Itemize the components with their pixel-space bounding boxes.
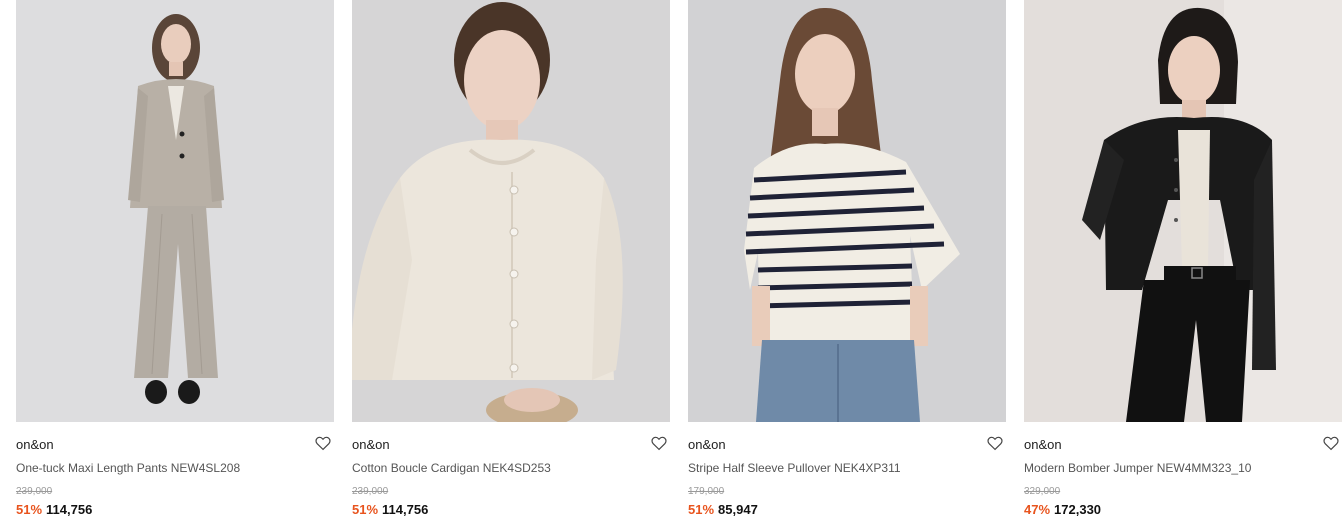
- sale-price: 85,947: [718, 502, 758, 517]
- sale-price: 114,756: [46, 502, 93, 517]
- product-name[interactable]: Modern Bomber Jumper NEW4MM323_10: [1024, 461, 1251, 475]
- sale-price-line: 51% 85,947: [688, 502, 758, 517]
- brand-name[interactable]: on&on: [1024, 437, 1062, 452]
- sale-price-line: 51% 114,756: [16, 502, 92, 517]
- product-photo-cardigan: [352, 0, 670, 422]
- brand-name[interactable]: on&on: [688, 437, 726, 452]
- original-price: 239,000: [16, 486, 53, 497]
- discount-rate: 47%: [1024, 502, 1051, 517]
- heart-icon[interactable]: [1322, 434, 1340, 452]
- sale-price: 172,330: [1054, 502, 1102, 517]
- product-card[interactable]: on&on One-tuck Maxi Length Pants NEW4SL2…: [16, 0, 334, 528]
- product-card[interactable]: on&on Cotton Boucle Cardigan NEK4SD253 2…: [352, 0, 670, 528]
- product-image[interactable]: [16, 0, 334, 422]
- heart-icon[interactable]: [650, 434, 668, 452]
- sale-price: 114,756: [382, 502, 429, 517]
- product-name[interactable]: One-tuck Maxi Length Pants NEW4SL208: [16, 461, 240, 475]
- product-image[interactable]: [352, 0, 670, 422]
- sale-price-line: 51% 114,756: [352, 502, 428, 517]
- product-image[interactable]: [688, 0, 1006, 422]
- product-card[interactable]: on&on Modern Bomber Jumper NEW4MM323_10 …: [1024, 0, 1342, 528]
- original-price: 239,000: [352, 486, 389, 497]
- discount-rate: 51%: [352, 502, 379, 517]
- brand-name[interactable]: on&on: [16, 437, 54, 452]
- original-price: 179,000: [688, 486, 725, 497]
- product-name[interactable]: Stripe Half Sleeve Pullover NEK4XP311: [688, 461, 901, 475]
- product-grid: on&on One-tuck Maxi Length Pants NEW4SL2…: [0, 0, 1344, 528]
- original-price: 329,000: [1024, 486, 1061, 497]
- product-photo-pants: [16, 0, 334, 422]
- discount-rate: 51%: [688, 502, 715, 517]
- heart-icon[interactable]: [986, 434, 1004, 452]
- product-image[interactable]: [1024, 0, 1342, 422]
- product-photo-bomber-jumper: [1024, 0, 1342, 422]
- product-card[interactable]: on&on Stripe Half Sleeve Pullover NEK4XP…: [688, 0, 1006, 528]
- discount-rate: 51%: [16, 502, 43, 517]
- sale-price-line: 47% 172,330: [1024, 502, 1101, 517]
- brand-name[interactable]: on&on: [352, 437, 390, 452]
- product-name[interactable]: Cotton Boucle Cardigan NEK4SD253: [352, 461, 551, 475]
- heart-icon[interactable]: [314, 434, 332, 452]
- product-photo-stripe-pullover: [688, 0, 1006, 422]
